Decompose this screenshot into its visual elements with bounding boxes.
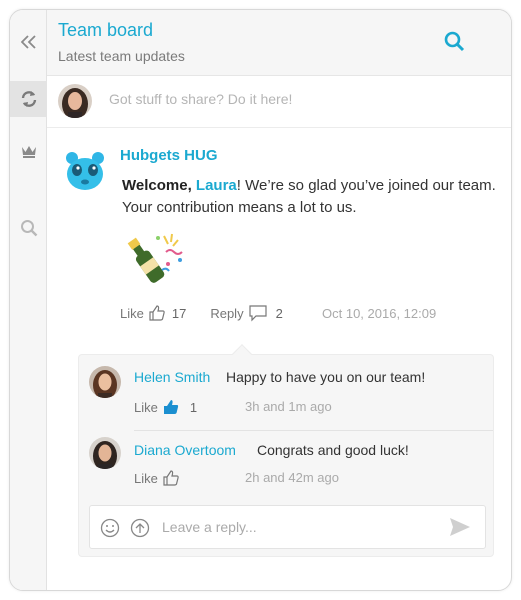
sidebar-item-updates[interactable] <box>10 81 47 117</box>
like-label: Like <box>134 399 158 415</box>
reply-time: 2h and 42m ago <box>245 470 339 485</box>
reply-box[interactable]: Leave a reply... <box>89 505 486 549</box>
search-button[interactable] <box>443 30 467 54</box>
collapse-button[interactable] <box>10 24 47 60</box>
composer[interactable]: Got stuff to share? Do it here! <box>47 76 511 128</box>
emoji-icon[interactable] <box>100 518 120 538</box>
like-button[interactable]: Like 1 <box>134 398 197 416</box>
collapse-icon <box>20 35 36 49</box>
composer-input[interactable]: Got stuff to share? Do it here! <box>109 91 292 107</box>
like-count: 1 <box>189 399 198 415</box>
reply-button[interactable]: Reply 2 <box>210 304 286 322</box>
send-icon[interactable] <box>449 517 471 537</box>
comment-icon <box>248 305 267 322</box>
thumbs-up-icon <box>149 305 165 321</box>
reply-input[interactable]: Leave a reply... <box>162 519 257 535</box>
reply-label: Reply <box>210 305 244 321</box>
champagne-icon <box>122 230 188 288</box>
post-actions: Like 17 Reply 2 <box>120 304 287 322</box>
app-window: Team board Latest team updates Got stuff… <box>9 9 512 591</box>
post-timestamp: Oct 10, 2016, 12:09 <box>322 306 437 321</box>
avatar <box>89 437 121 469</box>
replies-panel: Helen Smith Happy to have you on our tea… <box>78 344 494 557</box>
sidebar-item-top[interactable] <box>10 133 47 169</box>
reply-author[interactable]: Diana Overtoom <box>134 442 236 458</box>
page-subtitle: Latest team updates <box>58 48 185 64</box>
refresh-icon <box>21 91 36 107</box>
post-author[interactable]: Hubgets HUG <box>120 147 218 164</box>
like-count: 17 <box>171 305 187 321</box>
like-label: Like <box>120 305 144 321</box>
like-label: Like <box>134 470 158 486</box>
like-button[interactable]: Like <box>134 469 180 487</box>
avatar <box>60 146 110 196</box>
reply-text: Congrats and good luck! <box>257 442 409 458</box>
mention-link[interactable]: Laura <box>196 177 237 194</box>
divider <box>134 430 493 431</box>
reply-text: Happy to have you on our team! <box>226 369 426 385</box>
thumbs-up-icon <box>163 470 179 486</box>
sidebar <box>10 10 47 590</box>
search-icon <box>444 31 465 52</box>
replies-caret <box>232 344 252 364</box>
welcome-text: Welcome, <box>122 177 192 194</box>
like-button[interactable]: Like 17 <box>120 304 190 322</box>
reply-count: 2 <box>275 305 283 321</box>
crown-icon <box>21 146 36 158</box>
page-title: Team board <box>58 20 154 40</box>
reply-time: 3h and 1m ago <box>245 399 332 414</box>
avatar <box>58 84 92 118</box>
post-message: Welcome, Laura! We’re so glad you’ve joi… <box>122 175 511 219</box>
thumbs-up-icon <box>163 400 178 414</box>
sidebar-item-search[interactable] <box>10 210 47 246</box>
avatar <box>89 366 121 398</box>
upload-icon[interactable] <box>130 518 150 538</box>
main-panel: Team board Latest team updates Got stuff… <box>47 10 511 590</box>
reply-author[interactable]: Helen Smith <box>134 369 210 385</box>
header: Team board Latest team updates <box>47 10 511 76</box>
search-icon <box>20 220 37 237</box>
